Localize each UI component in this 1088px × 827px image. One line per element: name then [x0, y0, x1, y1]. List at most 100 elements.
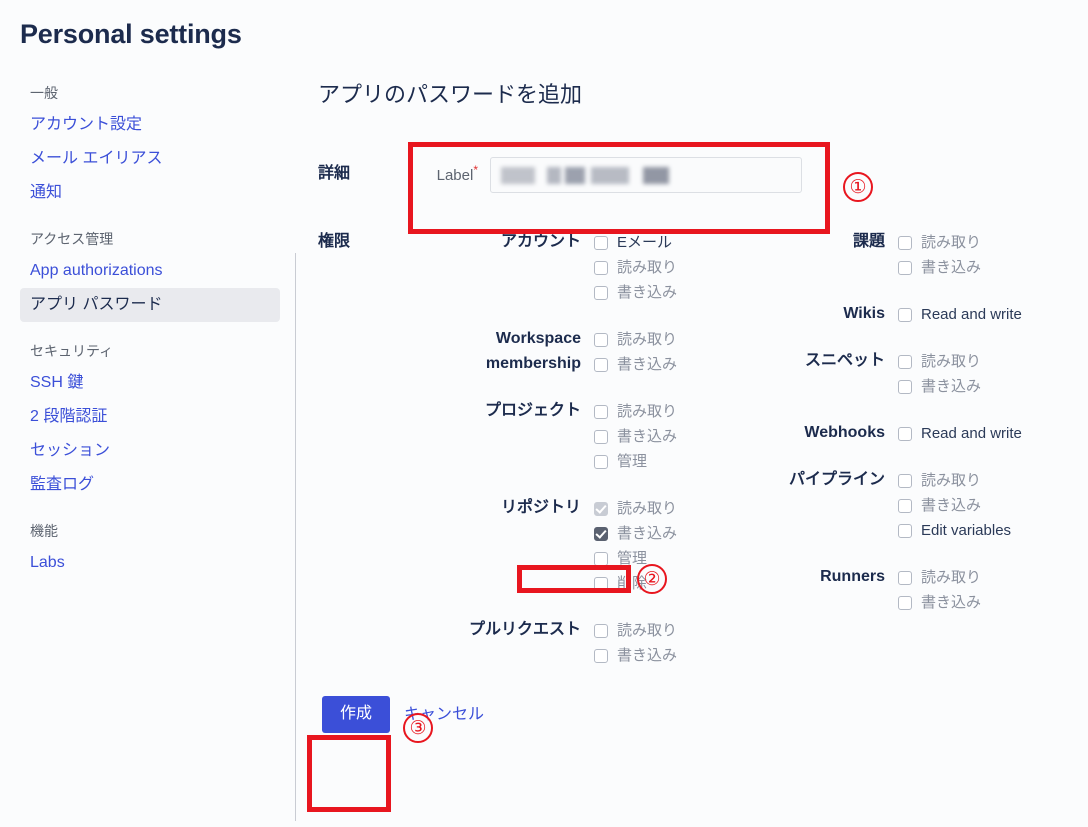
checkbox-icon[interactable] — [898, 261, 912, 275]
permission-options: Read and write — [898, 420, 1078, 446]
permission-option-label: 書き込み — [617, 280, 677, 305]
permission-group-name: Workspace membership — [410, 326, 594, 376]
permission-options: Read and write — [898, 301, 1078, 327]
permission-group: プルリクエスト読み取り書き込み — [410, 617, 690, 668]
permission-group-name: 課題 — [778, 229, 898, 254]
permission-option[interactable]: Edit variables — [898, 518, 1078, 543]
checkbox-icon[interactable] — [594, 577, 608, 591]
sidebar-item-app-authorizations[interactable]: App authorizations — [20, 254, 280, 288]
create-button[interactable]: 作成 — [322, 696, 390, 733]
content-heading: アプリのパスワードを追加 — [318, 80, 1078, 110]
checkbox-icon[interactable] — [898, 380, 912, 394]
checkbox-icon[interactable] — [594, 455, 608, 469]
label-field-row: Label* — [410, 135, 802, 215]
sidebar-item-1-1[interactable]: アプリ パスワード — [20, 288, 280, 322]
permission-options: 読み取り書き込み — [594, 326, 690, 377]
permission-option[interactable]: 読み取り — [898, 349, 1078, 374]
sidebar-group-heading: 機能 — [20, 518, 280, 546]
sidebar-group-heading: アクセス管理 — [20, 226, 280, 254]
permission-option[interactable]: 書き込み — [594, 521, 690, 546]
checkbox-icon[interactable] — [594, 405, 608, 419]
permission-option-label: 書き込み — [921, 493, 981, 518]
main-content: アプリのパスワードを追加 詳細 Label* 権限 アカウントEメール読み取り書… — [318, 80, 1078, 733]
checkbox-icon[interactable] — [898, 596, 912, 610]
label-input[interactable] — [490, 157, 802, 193]
sidebar-item-ssh[interactable]: SSH 鍵 — [20, 366, 280, 400]
permission-option[interactable]: 書き込み — [898, 590, 1078, 615]
sidebar-group: アクセス管理App authorizationsアプリ パスワード — [20, 226, 280, 322]
permission-option-label: Eメール — [617, 230, 672, 255]
checkbox-icon[interactable] — [594, 527, 608, 541]
checkbox-icon[interactable] — [594, 552, 608, 566]
permission-option-label: 管理 — [617, 449, 647, 474]
permission-option[interactable]: 管理 — [594, 449, 690, 474]
sidebar-item-labs[interactable]: Labs — [20, 546, 280, 580]
permission-option[interactable]: 読み取り — [594, 496, 690, 521]
permission-option-label: 読み取り — [921, 468, 981, 493]
checkbox-icon[interactable] — [898, 355, 912, 369]
permission-option[interactable]: 読み取り — [594, 399, 690, 424]
checkbox-icon[interactable] — [898, 499, 912, 513]
checkbox-icon[interactable] — [898, 308, 912, 322]
permission-options: 読み取り書き込みEdit variables — [898, 467, 1078, 543]
permission-option[interactable]: 読み取り — [594, 255, 690, 280]
checkbox-icon[interactable] — [898, 474, 912, 488]
checkbox-icon[interactable] — [898, 427, 912, 441]
permission-option[interactable]: 読み取り — [898, 565, 1078, 590]
checkbox-icon[interactable] — [594, 333, 608, 347]
permission-option[interactable]: 書き込み — [898, 374, 1078, 399]
permission-option[interactable]: 書き込み — [898, 493, 1078, 518]
permission-option-label: 読み取り — [921, 349, 981, 374]
sidebar-item-2[interactable]: 2 段階認証 — [20, 400, 280, 434]
checkbox-icon[interactable] — [594, 358, 608, 372]
sidebar-group: 一般アカウント設定メール エイリアス通知 — [20, 80, 280, 210]
sidebar-item-2-3[interactable]: 監査ログ — [20, 468, 280, 502]
permission-option[interactable]: 書き込み — [594, 280, 690, 305]
permission-option[interactable]: 書き込み — [594, 643, 690, 668]
checkbox-icon[interactable] — [898, 236, 912, 250]
checkbox-icon[interactable] — [898, 524, 912, 538]
checkbox-icon[interactable] — [898, 571, 912, 585]
permission-option[interactable]: 削除 — [594, 571, 690, 596]
permission-option-label: 書き込み — [617, 352, 677, 377]
permission-option[interactable]: 書き込み — [594, 352, 690, 377]
permission-option[interactable]: 管理 — [594, 546, 690, 571]
sidebar-item-2-2[interactable]: セッション — [20, 434, 280, 468]
permission-group-name: アカウント — [410, 229, 594, 254]
permission-options: 読み取り書き込み — [898, 564, 1078, 615]
checkbox-icon[interactable] — [594, 502, 608, 516]
checkbox-icon[interactable] — [594, 286, 608, 300]
checkbox-icon[interactable] — [594, 236, 608, 250]
permission-group: WebhooksRead and write — [778, 420, 1078, 446]
permission-option[interactable]: 読み取り — [594, 618, 690, 643]
checkbox-icon[interactable] — [594, 430, 608, 444]
permission-option[interactable]: Eメール — [594, 230, 690, 255]
permission-group-name: プルリクエスト — [410, 617, 594, 642]
checkbox-icon[interactable] — [594, 624, 608, 638]
permission-option-label: 読み取り — [617, 255, 677, 280]
permission-group: プロジェクト読み取り書き込み管理 — [410, 398, 690, 474]
permission-option[interactable]: 読み取り — [898, 468, 1078, 493]
personal-settings-page: Personal settings 一般アカウント設定メール エイリアス通知アク… — [0, 0, 1088, 827]
page-title: Personal settings — [20, 19, 242, 50]
permission-group: スニペット読み取り書き込み — [778, 348, 1078, 399]
permission-options: Eメール読み取り書き込み — [594, 229, 690, 305]
sidebar-group-heading: セキュリティ — [20, 338, 280, 366]
cancel-link[interactable]: キャンセル — [404, 705, 484, 725]
permission-option[interactable]: 読み取り — [898, 230, 1078, 255]
permission-option-label: 読み取り — [617, 327, 677, 352]
permission-group-name: プロジェクト — [410, 398, 594, 423]
sidebar-item-0-1[interactable]: メール エイリアス — [20, 142, 280, 176]
sidebar-item-0-2[interactable]: 通知 — [20, 176, 280, 210]
permission-option[interactable]: Read and write — [898, 421, 1078, 446]
permission-option[interactable]: 読み取り — [594, 327, 690, 352]
permission-option[interactable]: 書き込み — [594, 424, 690, 449]
permission-option-label: 読み取り — [921, 565, 981, 590]
sidebar-item-0-0[interactable]: アカウント設定 — [20, 108, 280, 142]
checkbox-icon[interactable] — [594, 649, 608, 663]
label-field-caption: Label* — [410, 164, 490, 186]
permission-option[interactable]: 書き込み — [898, 255, 1078, 280]
settings-sidebar: 一般アカウント設定メール エイリアス通知アクセス管理App authorizat… — [20, 80, 280, 580]
permission-option[interactable]: Read and write — [898, 302, 1078, 327]
checkbox-icon[interactable] — [594, 261, 608, 275]
